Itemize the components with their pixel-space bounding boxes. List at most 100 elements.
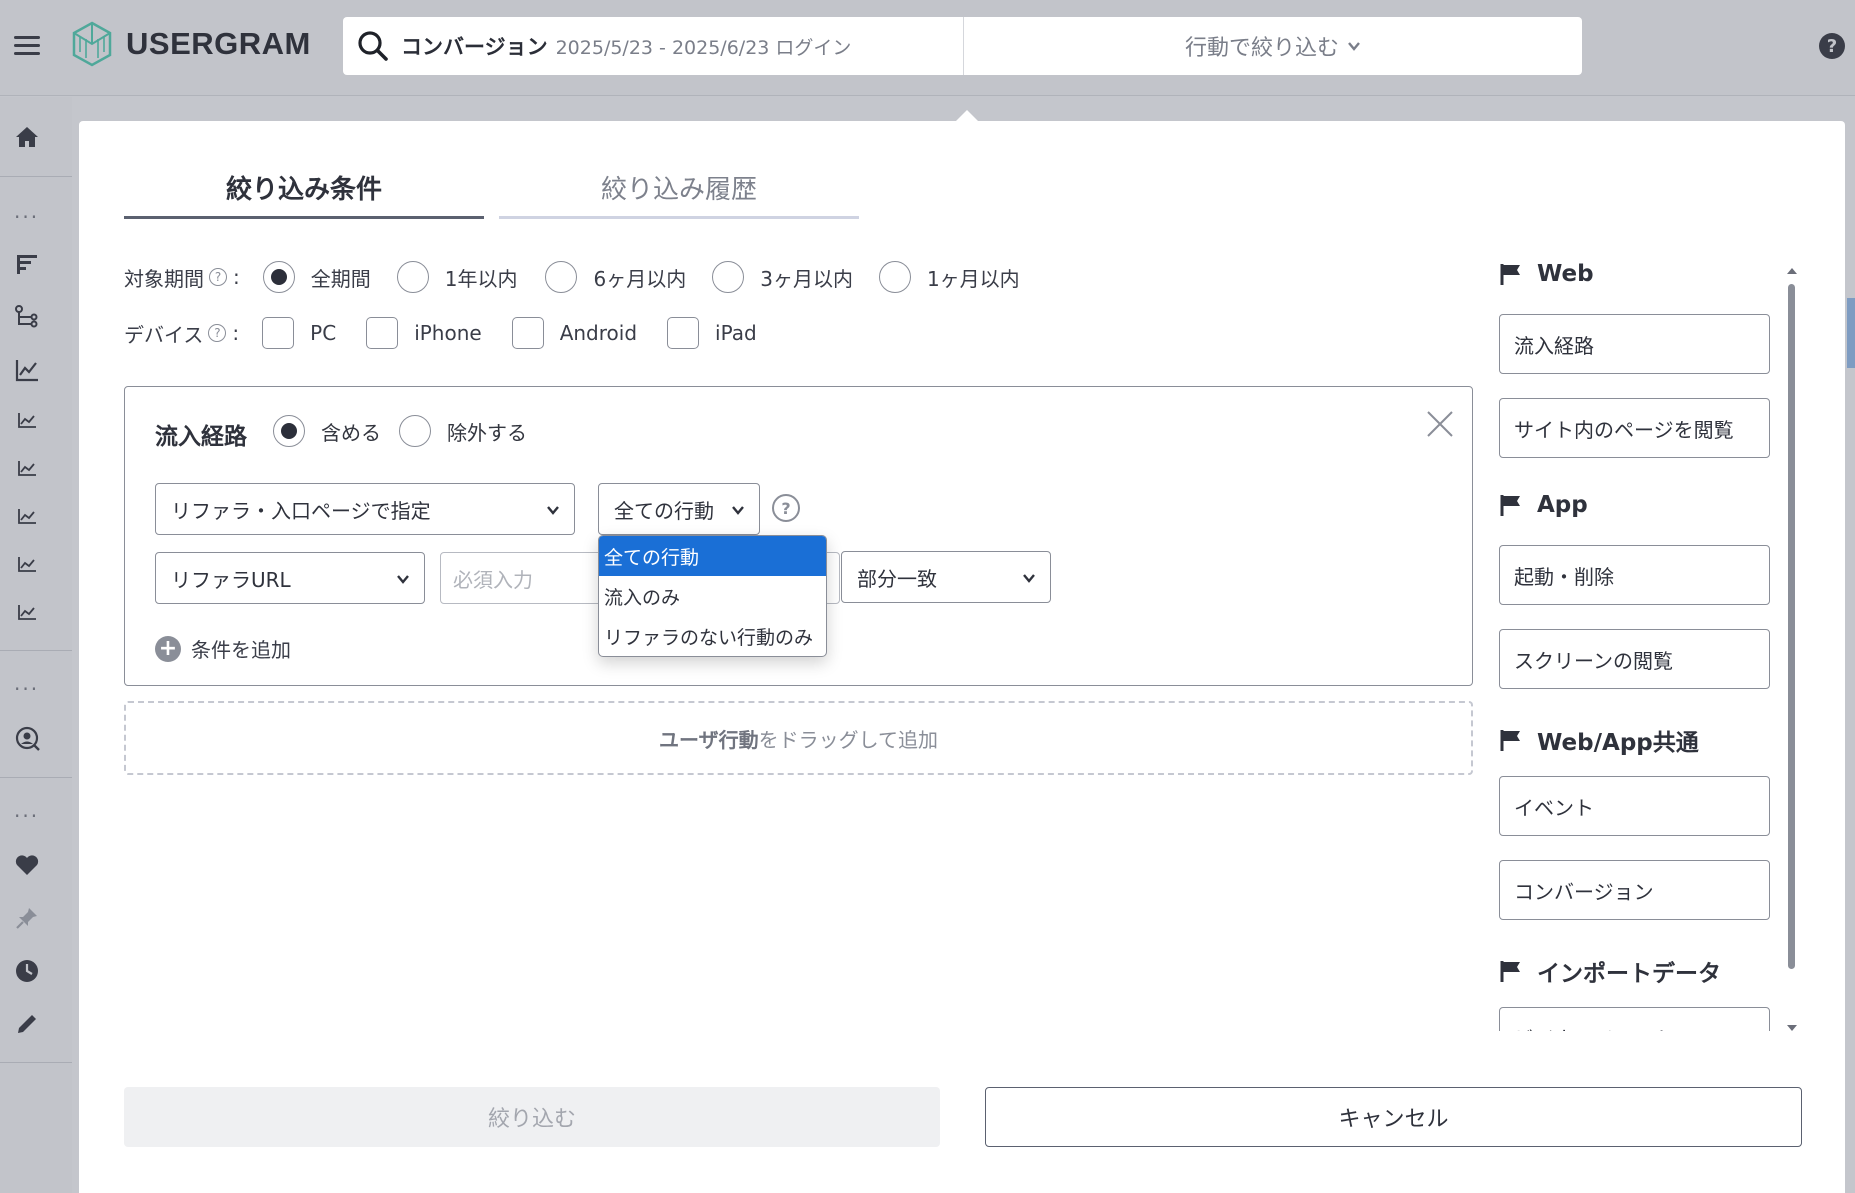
palette-item-screen-view[interactable]: スクリーンの閲覧 bbox=[1499, 629, 1770, 689]
palette-item-event[interactable]: イベント bbox=[1499, 776, 1770, 836]
palette-group-web-app: Web/App共通 bbox=[1499, 723, 1699, 757]
action-dropdown-list: 全ての行動 流入のみ リファラのない行動のみ bbox=[598, 535, 827, 657]
palette-item-business-event[interactable]: ビジネスイベント bbox=[1499, 1007, 1770, 1031]
line-chart-icon[interactable] bbox=[12, 355, 42, 385]
palette-scrollbar[interactable] bbox=[1788, 284, 1795, 969]
home-icon[interactable] bbox=[12, 122, 42, 152]
flag-icon bbox=[1500, 264, 1520, 285]
drop-zone[interactable]: ユーザ行動 をドラッグして追加 bbox=[124, 701, 1473, 775]
help-icon[interactable]: ? bbox=[1819, 33, 1845, 59]
mode-select[interactable]: リファラ・入口ページで指定 bbox=[155, 483, 575, 535]
sidebar-more-dots[interactable]: ··· bbox=[14, 677, 39, 701]
radio-button[interactable] bbox=[262, 261, 295, 293]
radio-button[interactable] bbox=[878, 261, 911, 293]
radio-button[interactable] bbox=[545, 261, 578, 293]
sidebar-divider bbox=[0, 1062, 72, 1063]
user-search-icon[interactable] bbox=[12, 723, 42, 753]
device-option-pc[interactable]: PC bbox=[262, 317, 336, 349]
period-option-label: 全期間 bbox=[310, 266, 371, 291]
period-option-all[interactable]: 全期間 bbox=[262, 261, 371, 293]
device-option-iphone[interactable]: iPhone bbox=[366, 317, 482, 349]
menu-icon[interactable] bbox=[14, 36, 40, 56]
include-label: 含める bbox=[321, 420, 381, 445]
palette-group-title: Web bbox=[1537, 261, 1594, 287]
search-icon bbox=[358, 31, 388, 61]
dropdown-option-inflow-only[interactable]: 流入のみ bbox=[599, 576, 826, 616]
checkbox[interactable] bbox=[667, 317, 700, 349]
cancel-button[interactable]: キャンセル bbox=[985, 1087, 1802, 1147]
help-icon[interactable]: ? bbox=[209, 268, 227, 286]
close-icon[interactable] bbox=[1425, 409, 1455, 439]
flag-icon bbox=[1500, 495, 1520, 516]
submit-filter-button[interactable]: 絞り込む bbox=[124, 1087, 940, 1147]
period-option-6months[interactable]: 6ヶ月以内 bbox=[545, 261, 686, 293]
bar-list-icon[interactable] bbox=[12, 249, 42, 279]
sidebar-more-dots[interactable]: ··· bbox=[14, 804, 39, 828]
action-select[interactable]: 全ての行動 bbox=[598, 483, 760, 535]
device-option-ipad[interactable]: iPad bbox=[667, 317, 757, 349]
field-select[interactable]: リファラURL bbox=[155, 552, 425, 604]
device-label-text: デバイス bbox=[124, 322, 204, 347]
flow-icon[interactable] bbox=[12, 302, 42, 332]
sidebar-more-dots[interactable]: ··· bbox=[14, 205, 39, 229]
logo[interactable]: USERGRAM bbox=[70, 20, 311, 68]
dropdown-option-all-actions[interactable]: 全ての行動 bbox=[599, 536, 826, 576]
sidebar-divider bbox=[0, 777, 72, 778]
search-title: コンバージョン bbox=[401, 35, 548, 59]
radio-button[interactable] bbox=[273, 415, 305, 447]
top-bar: USERGRAM コンバージョン 2025/5/23 - 2025/6/23 ロ… bbox=[0, 0, 1855, 96]
device-option-label: iPad bbox=[715, 321, 757, 345]
help-icon[interactable]: ? bbox=[208, 324, 227, 342]
period-option-1month[interactable]: 1ヶ月以内 bbox=[878, 261, 1020, 293]
page-scrollbar[interactable] bbox=[1847, 298, 1855, 368]
action-palette: Web 流入経路 サイト内のページを閲覧 App 起動・削除 スクリーンの閲覧 … bbox=[1499, 261, 1789, 1031]
palette-item-inflow[interactable]: 流入経路 bbox=[1499, 314, 1770, 374]
device-option-android[interactable]: Android bbox=[511, 317, 637, 349]
palette-item-launch-delete[interactable]: 起動・削除 bbox=[1499, 545, 1770, 605]
chevron-down-icon bbox=[397, 575, 409, 584]
chart-small-icon-4[interactable] bbox=[12, 549, 42, 579]
radio-button[interactable] bbox=[712, 261, 745, 293]
chart-small-icon-1[interactable] bbox=[12, 405, 42, 435]
checkbox[interactable] bbox=[511, 317, 544, 349]
period-option-1year[interactable]: 1年以内 bbox=[396, 261, 517, 293]
heart-icon[interactable] bbox=[12, 850, 42, 880]
palette-item-page-view[interactable]: サイト内のページを閲覧 bbox=[1499, 398, 1770, 458]
mode-select-value: リファラ・入口ページで指定 bbox=[171, 498, 431, 523]
checkbox[interactable] bbox=[262, 317, 295, 349]
period-option-3months[interactable]: 3ヶ月以内 bbox=[712, 261, 853, 293]
pencil-icon[interactable] bbox=[12, 1009, 42, 1039]
clock-icon[interactable] bbox=[12, 956, 42, 986]
palette-item-conversion[interactable]: コンバージョン bbox=[1499, 860, 1770, 920]
add-condition-button[interactable]: + 条件を追加 bbox=[155, 634, 291, 663]
chart-small-icon-2[interactable] bbox=[12, 453, 42, 483]
scroll-down-arrow[interactable] bbox=[1787, 1025, 1797, 1031]
period-label-text: 対象期間 bbox=[124, 266, 204, 291]
device-row: デバイス ? : PC iPhone Android iPad bbox=[124, 317, 757, 349]
scroll-up-arrow[interactable] bbox=[1787, 268, 1797, 274]
filter-by-action-button[interactable]: 行動で絞り込む bbox=[964, 17, 1582, 75]
chart-small-icon-3[interactable] bbox=[12, 501, 42, 531]
device-colon: : bbox=[232, 321, 240, 345]
period-option-label: 6ヶ月以内 bbox=[593, 266, 687, 291]
dropdown-option-no-referrer[interactable]: リファラのない行動のみ bbox=[599, 616, 826, 656]
help-icon[interactable]: ? bbox=[772, 494, 800, 522]
chart-small-icon-5[interactable] bbox=[12, 597, 42, 627]
logo-text: USERGRAM bbox=[126, 26, 311, 61]
chevron-down-icon bbox=[732, 506, 744, 515]
exclude-option[interactable]: 除外する bbox=[399, 415, 527, 447]
period-label: 対象期間 ? : bbox=[124, 263, 240, 292]
tab-conditions[interactable]: 絞り込み条件 bbox=[124, 161, 484, 219]
plus-icon: + bbox=[155, 635, 181, 662]
checkbox[interactable] bbox=[366, 317, 399, 349]
tab-history[interactable]: 絞り込み履歴 bbox=[499, 161, 859, 219]
pin-icon[interactable] bbox=[12, 903, 42, 933]
include-option[interactable]: 含める bbox=[273, 415, 381, 447]
search-bar: コンバージョン 2025/5/23 - 2025/6/23 ログイン 行動で絞り… bbox=[343, 17, 1582, 75]
exclude-label: 除外する bbox=[447, 420, 527, 445]
match-select[interactable]: 部分一致 bbox=[841, 551, 1051, 603]
drop-zone-bold: ユーザ行動 bbox=[658, 727, 759, 752]
search-summary[interactable]: コンバージョン 2025/5/23 - 2025/6/23 ログイン bbox=[343, 17, 964, 75]
radio-button[interactable] bbox=[399, 415, 431, 447]
radio-button[interactable] bbox=[396, 261, 429, 293]
